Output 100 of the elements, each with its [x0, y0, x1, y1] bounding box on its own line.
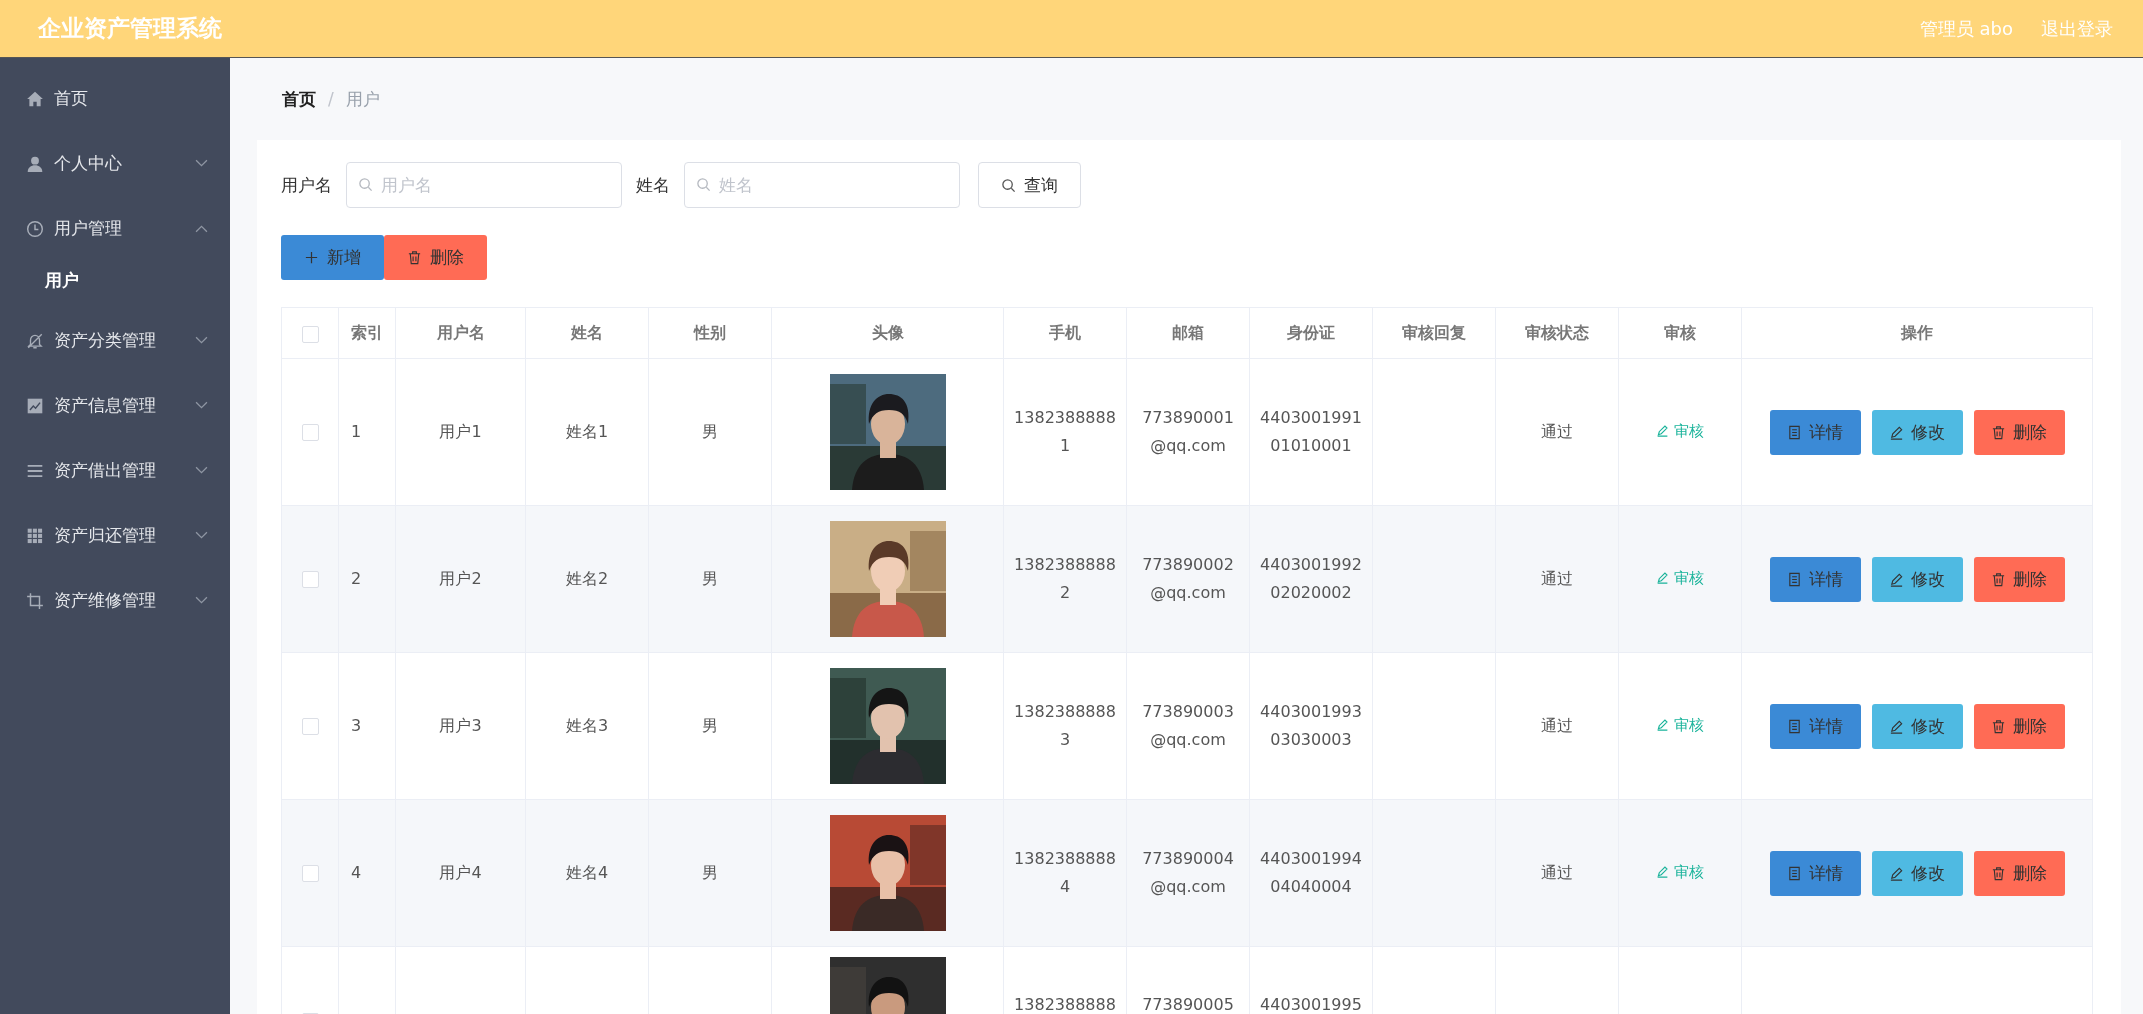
table-cell: 440300199404040004: [1249, 799, 1373, 947]
user-icon: [26, 154, 44, 173]
table-cell: 13823888884: [1003, 799, 1127, 947]
table-cell: 姓名3: [525, 652, 649, 800]
pencil-icon: [1656, 865, 1669, 879]
details-button[interactable]: 详情: [1769, 850, 1861, 896]
table-cell: 男: [648, 799, 772, 947]
row-checkbox[interactable]: [301, 865, 319, 882]
breadcrumb-item: 用户: [345, 87, 380, 111]
sidebar-item[interactable]: 资产维修管理: [0, 568, 230, 633]
field-label: 用户名: [281, 173, 332, 197]
column-header: 姓名: [525, 307, 649, 359]
details-button[interactable]: 详情: [1769, 703, 1861, 749]
details-button[interactable]: 详情: [1769, 556, 1861, 602]
column-header: 审核回复: [1372, 307, 1496, 359]
table-cell: 男: [648, 652, 772, 800]
column-header: 邮箱: [1126, 307, 1250, 359]
column-header: 性别: [648, 307, 772, 359]
table-cell: 13823888882: [1003, 505, 1127, 653]
edit-button[interactable]: 修改: [1871, 409, 1963, 455]
table-cell: 13823888881: [1003, 358, 1127, 506]
table-cell: 姓名1: [525, 358, 649, 506]
add-button[interactable]: 新增: [281, 235, 384, 280]
column-header: 操作: [1741, 307, 2093, 359]
table-cell: 用户4: [395, 799, 526, 947]
pencil-icon: [1656, 424, 1669, 438]
delete-button[interactable]: 删除: [1973, 556, 2065, 602]
document-icon: [1787, 571, 1802, 587]
table-cell: 通过: [1495, 652, 1619, 800]
select-all-checkbox[interactable]: [301, 325, 319, 343]
sidebar-item[interactable]: 资产分类管理: [0, 308, 230, 373]
table-cell: 通过: [1495, 799, 1619, 947]
column-header: 审核: [1618, 307, 1742, 359]
pencil-icon: [1889, 424, 1904, 440]
table-cell: 姓名4: [525, 799, 649, 947]
row-checkbox[interactable]: [301, 571, 319, 588]
delete-button[interactable]: 删除: [1973, 409, 2065, 455]
details-button[interactable]: 详情: [1769, 409, 1861, 455]
column-header: 手机: [1003, 307, 1127, 359]
sidebar-item[interactable]: 资产借出管理: [0, 438, 230, 503]
crop-icon: [26, 591, 44, 610]
edit-button[interactable]: 修改: [1871, 703, 1963, 749]
delete-button[interactable]: 删除: [1973, 850, 2065, 896]
table-cell: 1: [338, 358, 396, 506]
document-icon: [1787, 424, 1802, 440]
table-cell: 440300199101010001: [1249, 358, 1373, 506]
table-cell: 男: [648, 358, 772, 506]
trash-icon: [1991, 571, 2006, 587]
grid-icon: [26, 526, 44, 545]
document-icon: [1787, 865, 1802, 881]
sidebar-item[interactable]: 资产归还管理: [0, 503, 230, 568]
pencil-icon: [1889, 718, 1904, 734]
search-icon: [358, 177, 373, 192]
table-cell: 用户3: [395, 652, 526, 800]
search-field[interactable]: 姓名: [684, 162, 960, 208]
search-field[interactable]: 用户名: [346, 162, 622, 208]
search-icon: [696, 177, 711, 192]
clock-icon: [26, 219, 44, 238]
field-label: 姓名: [636, 173, 670, 197]
pencil-icon: [1656, 571, 1669, 585]
table-cell: 773890001@qq.com: [1126, 358, 1250, 506]
sidebar-item[interactable]: 个人中心: [0, 131, 230, 196]
column-header: 用户名: [395, 307, 526, 359]
table-cell: 3: [338, 652, 396, 800]
table-cell: 13823888883: [1003, 652, 1127, 800]
delete-button[interactable]: 删除: [384, 235, 487, 280]
pencil-icon: [1889, 571, 1904, 587]
home-icon: [26, 89, 44, 108]
sidebar-item[interactable]: 资产信息管理: [0, 373, 230, 438]
edit-button[interactable]: 修改: [1871, 850, 1963, 896]
chart-icon: [26, 396, 44, 415]
plus-icon: [304, 250, 319, 265]
table-cell: 用户2: [395, 505, 526, 653]
trash-icon: [1991, 718, 2006, 734]
delete-button[interactable]: 删除: [1973, 703, 2065, 749]
breadcrumb-separator: /: [328, 89, 334, 109]
trash-icon: [407, 250, 422, 265]
column-header: 身份证: [1249, 307, 1373, 359]
trash-icon: [1991, 865, 2006, 881]
search-button[interactable]: 查询: [978, 162, 1081, 208]
breadcrumb-item[interactable]: 首页: [282, 87, 316, 111]
sidebar-item[interactable]: 首页: [0, 66, 230, 131]
app-title: 企业资产管理系统: [38, 14, 222, 43]
document-icon: [1787, 718, 1802, 734]
table-cell: 773890004@qq.com: [1126, 799, 1250, 947]
column-header: 索引: [338, 307, 396, 359]
table-cell: 773890002@qq.com: [1126, 505, 1250, 653]
table-cell: 姓名2: [525, 505, 649, 653]
table-cell: 440300199202020002: [1249, 505, 1373, 653]
row-checkbox[interactable]: [301, 718, 319, 735]
trash-icon: [1991, 424, 2006, 440]
edit-button[interactable]: 修改: [1871, 556, 1963, 602]
column-header: 审核状态: [1495, 307, 1619, 359]
table-cell: 773890003@qq.com: [1126, 652, 1250, 800]
table-cell: 通过: [1495, 358, 1619, 506]
row-checkbox[interactable]: [301, 424, 319, 441]
column-header: 头像: [771, 307, 1004, 359]
table-cell: 用户1: [395, 358, 526, 506]
pencil-icon: [1656, 718, 1669, 732]
admin-name: 管理员 abo: [1919, 16, 2013, 41]
